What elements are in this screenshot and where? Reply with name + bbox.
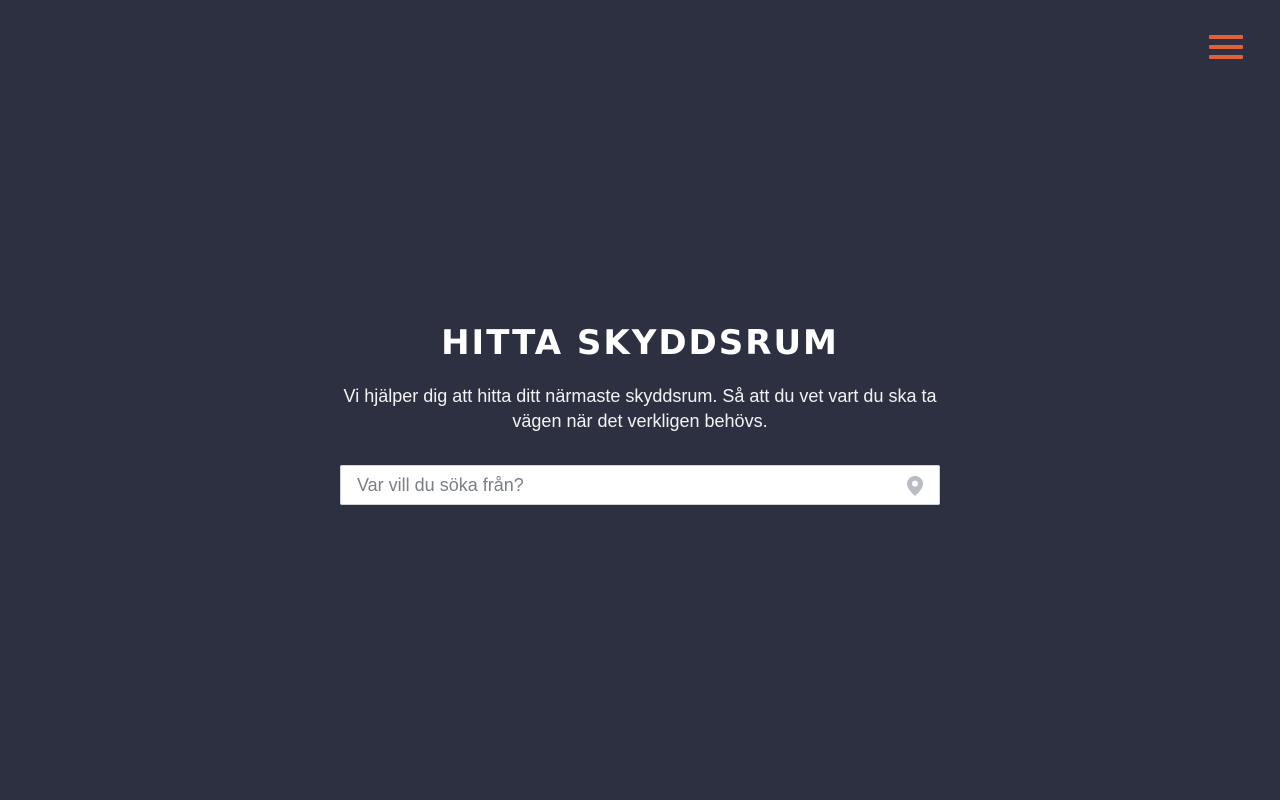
location-pin-icon[interactable] — [907, 476, 923, 496]
page-subtitle: Vi hjälper dig att hitta ditt närmaste s… — [343, 386, 937, 431]
search-box — [340, 465, 940, 505]
hamburger-menu-icon-bar-top — [1209, 35, 1243, 39]
hero-section: HITTA SKYDDSRUM Vi hjälper dig att hitta… — [340, 320, 940, 505]
page-title: HITTA SKYDDSRUM — [441, 323, 839, 363]
menu-button[interactable] — [1206, 31, 1246, 63]
hamburger-menu-icon-bar-bottom — [1209, 55, 1243, 59]
page: HITTA SKYDDSRUM Vi hjälper dig att hitta… — [0, 0, 1280, 800]
hamburger-menu-icon-bar-middle — [1209, 45, 1243, 49]
search-input[interactable] — [341, 466, 939, 504]
